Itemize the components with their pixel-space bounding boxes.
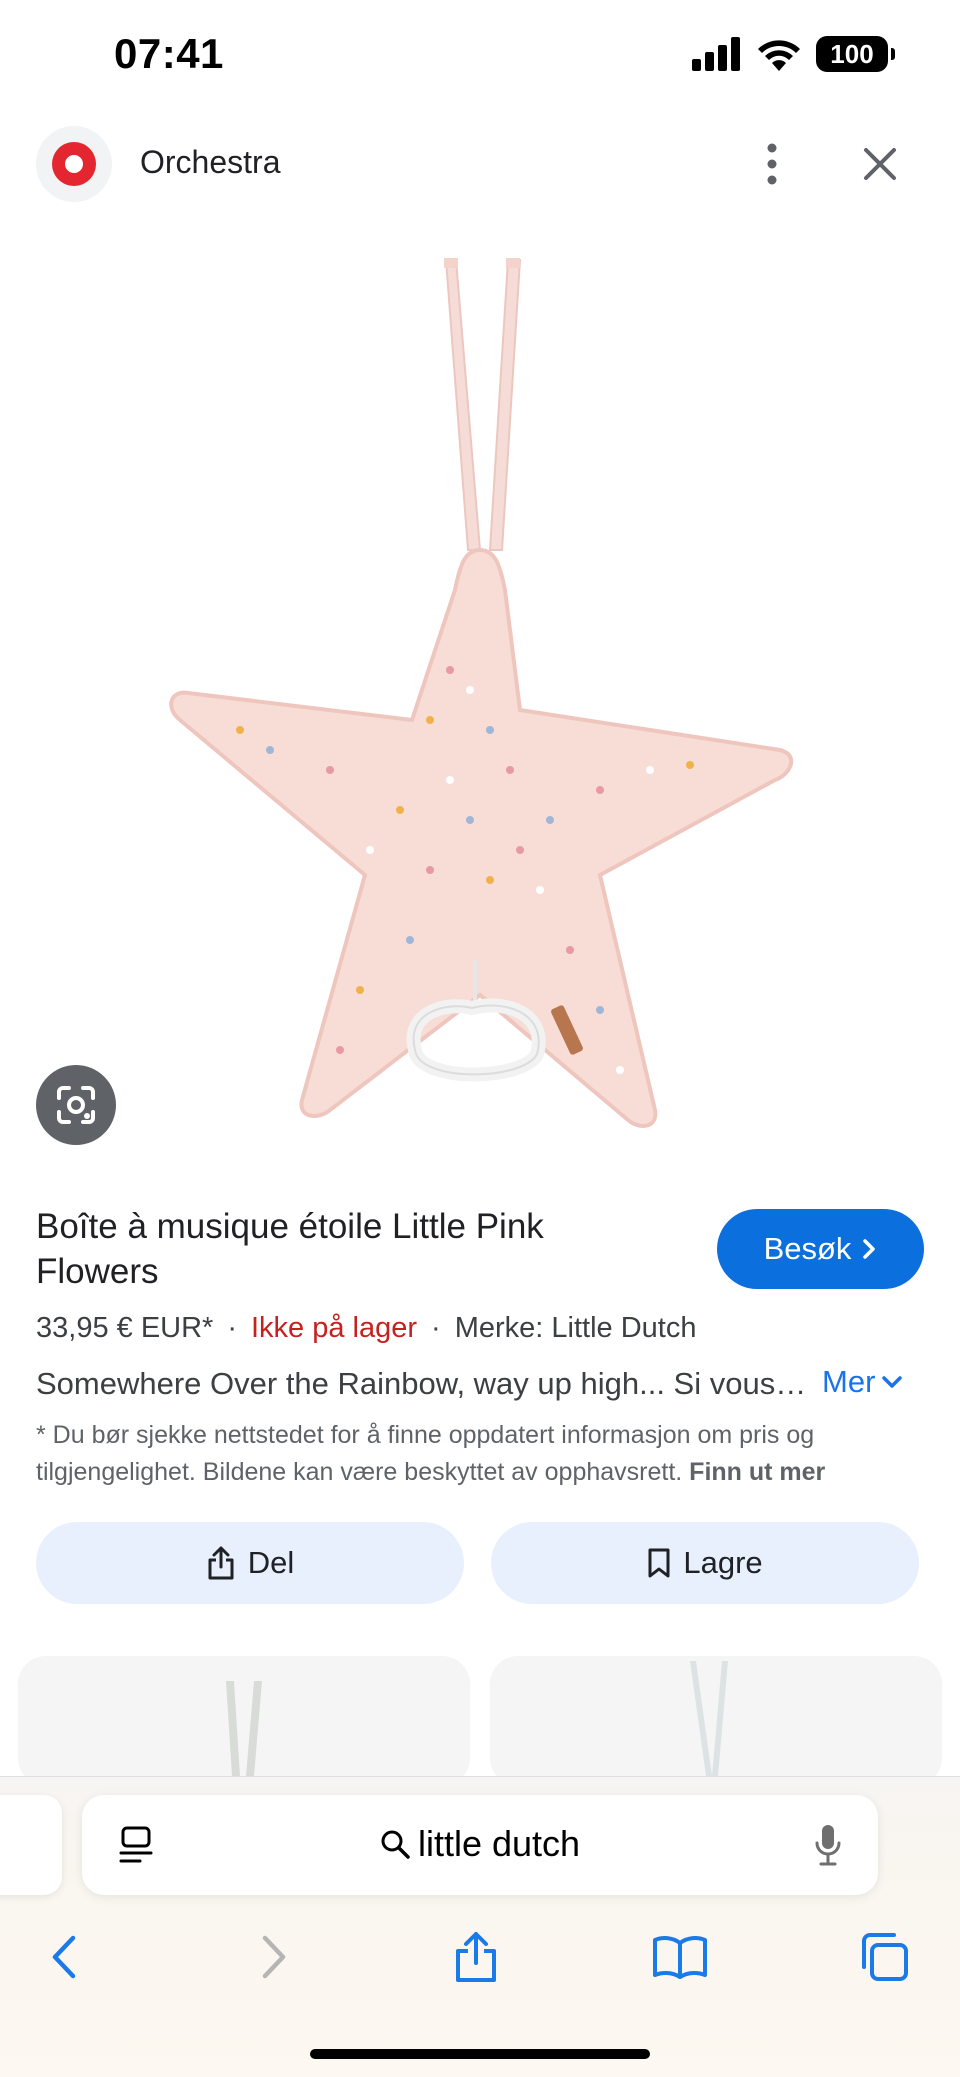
address-text[interactable]: little dutch xyxy=(82,1823,878,1865)
book-icon xyxy=(653,1936,707,1979)
home-indicator xyxy=(310,2049,650,2059)
lens-icon xyxy=(57,1086,95,1124)
share-page-button[interactable] xyxy=(436,1917,516,1997)
share-icon xyxy=(456,1932,496,1982)
site-name[interactable]: Orchestra xyxy=(140,144,280,181)
product-description: Somewhere Over the Rainbow, way up high.… xyxy=(36,1366,806,1401)
related-product-image xyxy=(690,1661,728,1776)
more-label: Mer xyxy=(822,1364,876,1399)
more-button[interactable]: Mer xyxy=(822,1364,903,1400)
chevron-right-icon xyxy=(863,1239,876,1259)
tabs-icon xyxy=(862,1933,908,1981)
related-product-image xyxy=(226,1681,262,1776)
status-bar: 07:41 100 xyxy=(0,0,960,110)
save-button[interactable]: Lagre xyxy=(491,1522,919,1604)
related-product-card[interactable] xyxy=(490,1656,942,1786)
status-time: 07:41 xyxy=(114,30,224,77)
browser-nav-row xyxy=(0,1917,960,1997)
tabs-button[interactable] xyxy=(844,1917,924,1997)
lens-search-button[interactable] xyxy=(36,1065,116,1145)
signal-icon xyxy=(692,37,740,71)
price: 33,95 € EUR* xyxy=(36,1312,214,1344)
previous-tab-card[interactable] xyxy=(0,1795,62,1895)
product-title: Boîte à musique étoile Little Pink Flowe… xyxy=(36,1207,544,1291)
bookmark-icon xyxy=(648,1548,670,1578)
close-icon xyxy=(864,148,896,180)
forward-button[interactable] xyxy=(234,1917,314,1997)
learn-more-link[interactable]: Finn ut mer xyxy=(689,1458,825,1486)
disclaimer: * Du bør sjekke nettstedet for å finne o… xyxy=(36,1417,916,1491)
battery-level: 100 xyxy=(830,38,874,69)
product-meta: 33,95 € EUR* · Ikke på lager · Merke: Little… xyxy=(36,1312,696,1345)
visit-button[interactable]: Besøk xyxy=(717,1209,924,1289)
wifi-icon xyxy=(758,40,800,71)
related-product-card[interactable] xyxy=(18,1656,470,1786)
search-icon xyxy=(381,1830,410,1859)
share-label: Del xyxy=(247,1545,295,1580)
status-icons: 100 xyxy=(692,36,895,72)
orchestra-logo-icon xyxy=(52,142,96,186)
chevron-left-icon xyxy=(52,1935,76,1979)
back-button[interactable] xyxy=(24,1917,104,1997)
browser-toolbar: little dutch xyxy=(0,1776,960,2077)
stock-status: Ikke på lager xyxy=(251,1312,418,1344)
microphone-icon[interactable] xyxy=(814,1823,842,1867)
more-options-button[interactable] xyxy=(750,136,794,192)
share-icon xyxy=(208,1546,234,1580)
separator-dot: · xyxy=(227,1312,237,1344)
more-vert-icon xyxy=(767,143,777,185)
address-bar[interactable]: little dutch xyxy=(82,1795,878,1895)
product-image[interactable] xyxy=(150,250,810,1130)
share-button[interactable]: Del xyxy=(36,1522,464,1604)
bookmarks-button[interactable] xyxy=(640,1917,720,1997)
chevron-right-icon xyxy=(262,1935,286,1979)
site-logo[interactable] xyxy=(36,126,112,202)
site-header: Orchestra xyxy=(0,124,960,204)
chevron-down-icon xyxy=(882,1376,903,1388)
close-button[interactable] xyxy=(852,136,908,192)
save-label: Lagre xyxy=(683,1545,763,1580)
brand: Merke: Little Dutch xyxy=(454,1312,697,1344)
visit-button-label: Besøk xyxy=(763,1231,852,1266)
separator-dot: · xyxy=(431,1312,441,1344)
address-query: little dutch xyxy=(417,1823,581,1864)
battery-icon: 100 xyxy=(816,36,895,72)
